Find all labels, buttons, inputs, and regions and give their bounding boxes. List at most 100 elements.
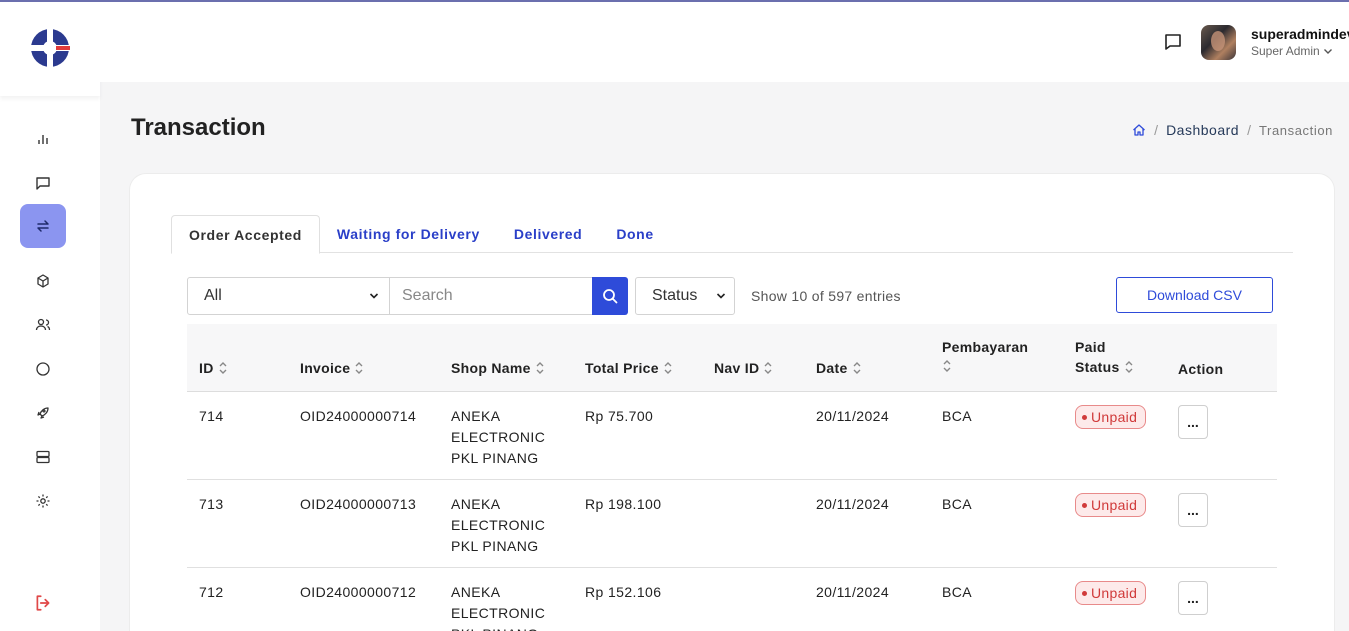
- transaction-table: ID Invoice Shop Name Total Price Nav ID …: [187, 324, 1277, 631]
- cell-invoice: OID24000000714: [300, 408, 417, 424]
- entries-count: Show 10 of 597 entries: [751, 288, 901, 304]
- tab-delivered[interactable]: Delivered: [497, 215, 599, 253]
- search-button[interactable]: [592, 277, 628, 315]
- page-title: Transaction: [131, 114, 266, 141]
- table-row: 714 OID24000000714 ANEKA ELECTRONIC PKL …: [187, 392, 1277, 480]
- status-dot: [1082, 414, 1087, 420]
- sidebar-item-server[interactable]: [20, 435, 66, 479]
- sidebar-item-circle[interactable]: [20, 347, 66, 391]
- column-header-label: Invoice: [300, 360, 351, 376]
- sidebar-item-dashboard[interactable]: [20, 117, 66, 161]
- row-action-button[interactable]: ...: [1178, 493, 1208, 527]
- row-action-button[interactable]: ...: [1178, 405, 1208, 439]
- table-row: 713 OID24000000713 ANEKA ELECTRONIC PKL …: [187, 480, 1277, 568]
- chevron-down-icon: [716, 293, 726, 299]
- column-header-label: Shop Name: [451, 360, 531, 376]
- sort-icon: [219, 362, 227, 374]
- avatar[interactable]: [1201, 25, 1236, 60]
- sidebar-item-transaction[interactable]: [20, 204, 66, 248]
- tab-waiting-for-delivery[interactable]: Waiting for Delivery: [320, 215, 497, 253]
- sidebar-item-messages[interactable]: [20, 161, 66, 205]
- app-logo[interactable]: [0, 0, 100, 96]
- column-header-label: Nav ID: [714, 360, 760, 376]
- user-role-label: Super Admin: [1251, 44, 1320, 58]
- cell-payment: BCA: [942, 584, 972, 600]
- logout-button[interactable]: [20, 581, 66, 625]
- chevron-down-icon: [369, 293, 379, 299]
- sidebar-item-products[interactable]: [20, 259, 66, 303]
- column-header-action: Action: [1178, 361, 1223, 377]
- cell-invoice: OID24000000713: [300, 496, 417, 512]
- status-badge: Unpaid: [1075, 581, 1147, 605]
- sort-icon: [764, 362, 772, 374]
- status-dot: [1082, 590, 1087, 596]
- table-row: 712 OID24000000712 ANEKA ELECTRONIC PKL …: [187, 568, 1277, 631]
- breadcrumb-dashboard[interactable]: Dashboard: [1166, 122, 1239, 138]
- sidebar-item-users[interactable]: [20, 303, 66, 347]
- cell-total-price: Rp 198.100: [585, 496, 662, 512]
- status-dot: [1082, 502, 1087, 508]
- home-icon[interactable]: [1132, 123, 1146, 137]
- server-icon: [36, 450, 50, 464]
- sort-icon: [853, 362, 861, 374]
- cell-payment: BCA: [942, 496, 972, 512]
- cell-shop-name: ANEKA ELECTRONIC PKL PINANG: [451, 584, 546, 631]
- column-header-total-price[interactable]: Total Price: [585, 360, 673, 376]
- status-select[interactable]: Status: [635, 277, 735, 315]
- top-accent-line: [0, 0, 1349, 2]
- column-header-pembayaran[interactable]: Pembayaran: [942, 339, 1028, 373]
- column-header-label: Pembayaran: [942, 339, 1029, 355]
- breadcrumb-separator: /: [1154, 122, 1159, 138]
- sort-icon: [536, 362, 544, 374]
- cell-shop-name: ANEKA ELECTRONIC PKL PINANG: [451, 408, 546, 466]
- cell-payment: BCA: [942, 408, 972, 424]
- status-badge-label: Unpaid: [1091, 409, 1138, 425]
- download-csv-button[interactable]: Download CSV: [1116, 277, 1273, 313]
- cell-date: 20/11/2024: [816, 584, 890, 600]
- chat-icon: [1165, 34, 1181, 50]
- users-icon: [35, 318, 51, 331]
- sort-icon: [355, 362, 363, 374]
- column-header-label: Total Price: [585, 360, 659, 376]
- box-icon: [37, 274, 49, 288]
- column-header-label: Status: [1075, 359, 1120, 375]
- user-name[interactable]: superadmindev: [1251, 26, 1349, 42]
- column-header-nav-id[interactable]: Nav ID: [714, 360, 773, 376]
- chat-button[interactable]: [1163, 32, 1183, 52]
- cell-id: 712: [199, 584, 224, 600]
- column-header-shop-name[interactable]: Shop Name: [451, 360, 545, 376]
- status-badge-label: Unpaid: [1091, 585, 1138, 601]
- column-header-label: Action: [1178, 361, 1224, 377]
- cell-invoice: OID24000000712: [300, 584, 417, 600]
- gear-icon: [36, 494, 50, 508]
- column-header-id[interactable]: ID: [199, 360, 228, 376]
- status-select-value: Status: [652, 287, 698, 304]
- row-action-button[interactable]: ...: [1178, 581, 1208, 615]
- column-header-invoice[interactable]: Invoice: [300, 360, 364, 376]
- tab-order-accepted[interactable]: Order Accepted: [171, 215, 320, 254]
- sidebar-item-settings[interactable]: [20, 479, 66, 523]
- filter-select-value: All: [204, 287, 222, 304]
- transaction-icon: [37, 220, 49, 232]
- column-header-label: ID: [199, 360, 214, 376]
- filter-select[interactable]: All: [187, 277, 390, 315]
- message-icon: [36, 177, 50, 190]
- sort-icon: [943, 360, 951, 372]
- table-toolbar: All Status Show 10 of 597 entries Downlo…: [187, 277, 1273, 315]
- search-input[interactable]: [389, 277, 593, 315]
- breadcrumb-separator: /: [1247, 122, 1251, 138]
- tab-done[interactable]: Done: [599, 215, 670, 253]
- column-header-paid-status[interactable]: Paid Status: [1075, 339, 1134, 375]
- cell-id: 713: [199, 496, 224, 512]
- sort-icon: [1125, 361, 1133, 373]
- top-header: superadmindev Super Admin: [100, 2, 1349, 82]
- column-header-date[interactable]: Date: [816, 360, 862, 376]
- logo-icon: [29, 27, 71, 69]
- sort-icon: [664, 362, 672, 374]
- status-tabs: Order Accepted Waiting for Delivery Deli…: [171, 215, 1293, 254]
- sidebar: [0, 0, 100, 631]
- table-header: ID Invoice Shop Name Total Price Nav ID …: [187, 324, 1277, 392]
- sidebar-item-promotion[interactable]: [20, 391, 66, 435]
- chevron-down-icon: [1323, 49, 1332, 54]
- user-role-dropdown[interactable]: Super Admin: [1251, 44, 1333, 58]
